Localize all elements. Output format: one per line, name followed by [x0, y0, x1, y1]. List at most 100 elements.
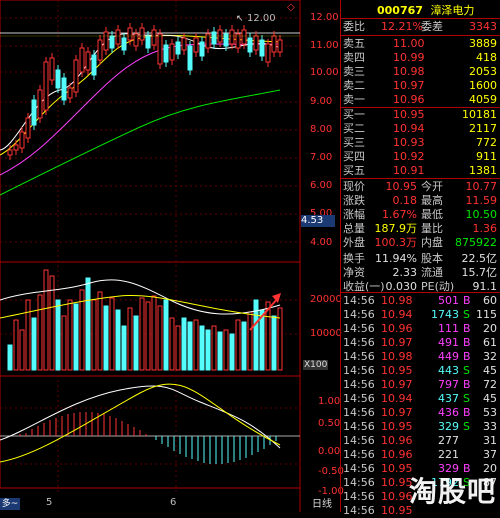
volume-bar [97, 291, 103, 371]
stock-header: 000767 漳泽电力 [377, 2, 474, 18]
candle-body [199, 41, 205, 57]
volume-bar [169, 317, 175, 371]
candle-body [169, 43, 175, 61]
volume-bar [13, 319, 19, 371]
candle-body [31, 99, 37, 126]
stat-row: 涨跌 0.18 最高 11.59 [343, 194, 497, 207]
candle-body [145, 35, 151, 49]
stat-row: 总量 187.9万 量比 1.36 [343, 222, 497, 235]
candle-body [103, 31, 109, 51]
volume-bar [181, 317, 187, 371]
volume-bar [229, 333, 235, 371]
price-axis-label: 8.00 [310, 124, 333, 135]
chart-canvas[interactable] [0, 0, 340, 512]
bid-row: 买一 10.95 10181 [343, 108, 497, 121]
period-tab-left[interactable]: 多~ [0, 498, 20, 510]
current-tag: 4.53 [301, 215, 335, 227]
candle-body [109, 35, 115, 49]
stat-row: 换手 11.94% 股本 22.5亿 [343, 252, 497, 265]
dea-line [0, 383, 281, 463]
candle-body [187, 45, 193, 71]
candle-body [157, 33, 163, 65]
candle-body [241, 29, 247, 45]
candle-body [37, 89, 43, 119]
volume-bar [205, 329, 211, 371]
candle-body [79, 47, 85, 73]
volume-bar [43, 269, 49, 371]
x-label-6: 6 [170, 497, 177, 508]
volume-bar [139, 297, 145, 371]
trend-arrow-head [272, 293, 281, 303]
candle-body [43, 61, 49, 111]
trade-row: 14:56 10.94 437 S 45 [343, 392, 497, 405]
candle-body [61, 77, 67, 101]
price-axis-label: 6.00 [310, 180, 333, 191]
candle-body [13, 144, 19, 151]
ask-row: 卖三 10.98 2053 [343, 65, 497, 78]
volume-bar [151, 295, 157, 371]
candle-body [193, 37, 199, 53]
trade-row: 14:56 10.95 443 S 45 [343, 364, 497, 377]
price-axis-label: 7.00 [310, 152, 333, 163]
volume-bar [247, 311, 253, 371]
watermark-logo: 淘股吧 [408, 475, 496, 508]
volume-bar [91, 299, 97, 371]
stock-name: 漳泽电力 [430, 4, 475, 17]
trade-row: 14:56 10.97 491 B 61 [343, 336, 497, 349]
trade-row: 14:56 10.95 329 S 33 [343, 420, 497, 433]
quote-panel: 000767 漳泽电力 委比 12.21% 委差 3343 卖五 11.00 388… [340, 0, 500, 517]
candle-body [277, 39, 283, 53]
volume-bar [193, 319, 199, 371]
candle-body [265, 43, 271, 63]
volume-bar [25, 299, 31, 371]
volume-bar [19, 329, 25, 371]
volume-unit: X100 [303, 360, 329, 370]
bid-row: 买二 10.94 2117 [343, 122, 497, 135]
candle-body [211, 31, 217, 45]
volume-bar [199, 325, 205, 371]
price-axis-label: 12.00 [310, 12, 339, 23]
volume-bar [271, 315, 277, 371]
volume-bar [121, 325, 127, 371]
volume-bar [127, 307, 133, 371]
kline-chart-area[interactable]: 12.00 ↖ ◇ 12.00 11.00 10.00 9.00 8.00 7.00 6.0… [0, 0, 344, 512]
volume-bar [31, 317, 37, 371]
candle-body [151, 29, 157, 46]
candle-body [121, 37, 127, 51]
volume-bar [157, 305, 163, 371]
volume-bar [61, 315, 67, 371]
volume-bar [115, 309, 121, 371]
price-axis-label: 9.00 [310, 96, 333, 107]
candle-body [115, 29, 121, 45]
candle-body [73, 59, 79, 93]
price-axis-label: 11.00 [310, 40, 339, 51]
candle-body [49, 57, 55, 81]
volume-bar [163, 299, 169, 371]
volume-bar [133, 315, 139, 371]
trade-row: 14:56 10.98 449 B 32 [343, 350, 497, 363]
macd-axis-label: 1.00 [318, 396, 341, 407]
candle-body [97, 39, 103, 61]
candle-body [7, 149, 13, 156]
volume-bar [7, 344, 13, 371]
trade-row: 14:56 10.97 797 B 72 [343, 378, 497, 391]
volume-bar [211, 325, 217, 371]
candle-body [253, 35, 259, 51]
volume-bar [73, 303, 79, 371]
ask-row: 卖四 10.99 418 [343, 51, 497, 64]
max-price-label: 12.00 [247, 13, 276, 24]
weibi-row: 委比 12.21% 委差 3343 [343, 20, 497, 33]
diamond-icon[interactable]: ◇ [287, 2, 295, 13]
ask-row: 卖五 11.00 3889 [343, 37, 497, 50]
trade-row: 14:56 10.97 436 B 53 [343, 406, 497, 419]
period-tab-daily[interactable]: 日线 [312, 495, 332, 510]
candle-body [19, 131, 25, 149]
x-label-5: 5 [46, 497, 53, 508]
volume-bars [7, 269, 283, 371]
bid-row: 买五 10.91 1381 [343, 164, 497, 177]
price-axis-label: 10.00 [310, 67, 339, 78]
candle-body [259, 39, 265, 57]
volume-bar [241, 321, 247, 371]
trade-row: 14:56 10.98 501 B 60 [343, 294, 497, 307]
volume-bar [235, 319, 241, 371]
